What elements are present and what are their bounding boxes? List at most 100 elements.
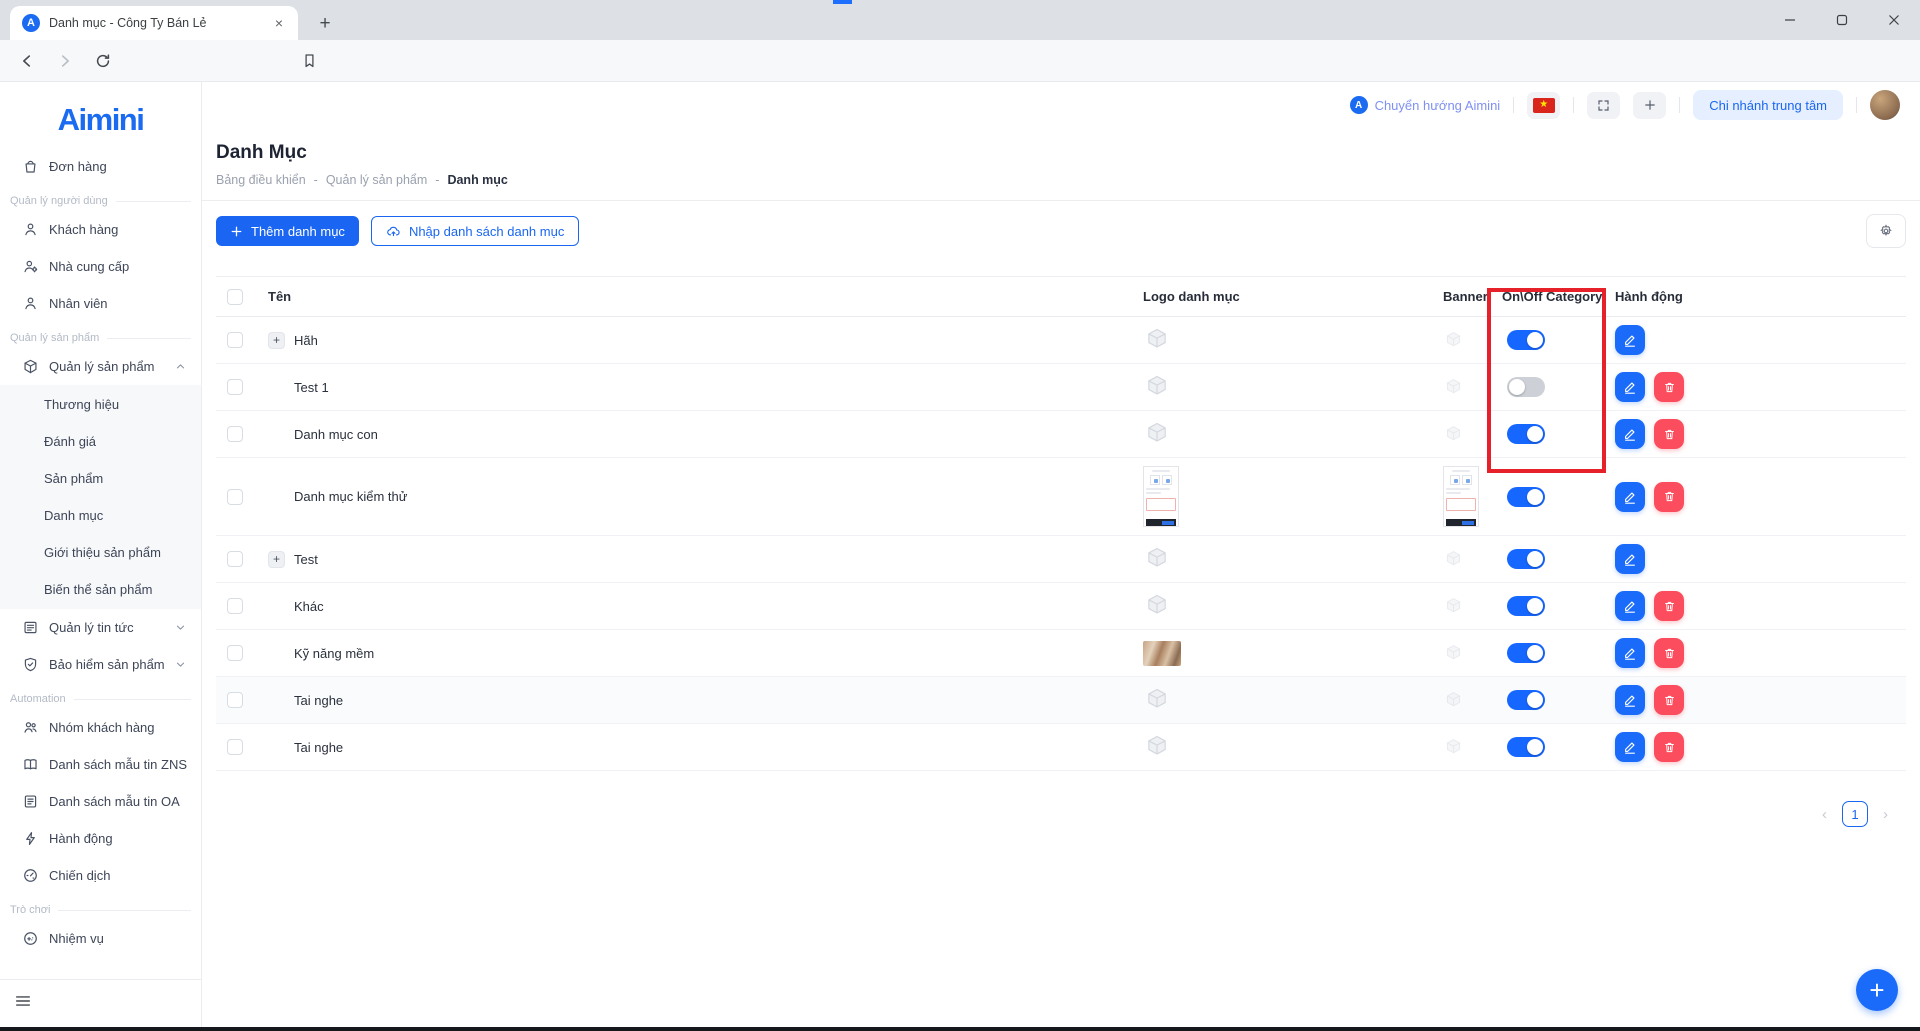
chevron-down-icon bbox=[175, 659, 187, 670]
edit-category-button[interactable] bbox=[1615, 638, 1645, 668]
forward-icon[interactable] bbox=[48, 44, 82, 78]
sidebar-item[interactable]: Danh sách mẫu tin ZNS bbox=[0, 746, 201, 783]
delete-category-button[interactable] bbox=[1654, 685, 1684, 715]
delete-category-button[interactable] bbox=[1654, 591, 1684, 621]
fullscreen-button[interactable] bbox=[1587, 91, 1621, 119]
sidebar-item[interactable]: Bảo hiểm sản phẩm bbox=[0, 646, 201, 683]
floating-add-button[interactable]: + bbox=[1856, 969, 1898, 1011]
sidebar-item[interactable]: Nhà cung cấp bbox=[0, 248, 201, 285]
actions-row: Thêm danh mục Nhập danh sách danh mục bbox=[216, 214, 1906, 248]
category-status-toggle[interactable] bbox=[1507, 424, 1545, 444]
bookmark-icon[interactable] bbox=[292, 44, 326, 78]
row-checkbox[interactable] bbox=[227, 332, 243, 348]
row-checkbox[interactable] bbox=[227, 739, 243, 755]
delete-category-button[interactable] bbox=[1654, 481, 1684, 512]
edit-category-button[interactable] bbox=[1615, 481, 1645, 512]
category-logo-thumbnail bbox=[1143, 466, 1179, 527]
app-header: A Chuyển hướng Aimini ★ Chi nhánh trung … bbox=[202, 82, 1920, 128]
row-checkbox[interactable] bbox=[227, 379, 243, 395]
category-banner-thumbnail bbox=[1443, 330, 1464, 351]
edit-category-button[interactable] bbox=[1615, 591, 1645, 621]
category-status-toggle[interactable] bbox=[1507, 549, 1545, 569]
row-checkbox[interactable] bbox=[227, 598, 243, 614]
window-maximize-button[interactable] bbox=[1816, 0, 1868, 40]
sidebar-subitem[interactable]: Danh mục bbox=[0, 497, 201, 534]
back-icon[interactable] bbox=[10, 44, 44, 78]
category-logo-thumbnail bbox=[1143, 326, 1171, 354]
category-status-toggle[interactable] bbox=[1507, 690, 1545, 710]
category-name: Khác bbox=[294, 598, 324, 614]
redirect-aimini-link[interactable]: A Chuyển hướng Aimini bbox=[1349, 96, 1500, 114]
app-logo[interactable]: Aimini bbox=[58, 102, 145, 137]
sidebar-subitem[interactable]: Sản phẩm bbox=[0, 460, 201, 497]
breadcrumb-item[interactable]: Bảng điều khiển bbox=[216, 173, 306, 187]
delete-category-button[interactable] bbox=[1654, 732, 1684, 762]
sidebar-item[interactable]: Quản lý sản phẩm bbox=[0, 348, 201, 385]
category-logo-thumbnail bbox=[1143, 640, 1181, 666]
row-checkbox[interactable] bbox=[227, 426, 243, 442]
window-minimize-button[interactable] bbox=[1764, 0, 1816, 40]
sidebar-subitem[interactable]: Biến thể sản phẩm bbox=[0, 571, 201, 608]
game-icon bbox=[22, 930, 39, 947]
edit-category-button[interactable] bbox=[1615, 419, 1645, 449]
edit-category-button[interactable] bbox=[1615, 325, 1645, 355]
table-settings-button[interactable] bbox=[1866, 214, 1906, 248]
next-page-icon[interactable]: › bbox=[1883, 806, 1888, 823]
category-status-toggle[interactable] bbox=[1507, 596, 1545, 616]
breadcrumb-item[interactable]: Quản lý sản phẩm bbox=[326, 173, 427, 187]
current-page-button[interactable]: 1 bbox=[1842, 801, 1868, 827]
row-checkbox[interactable] bbox=[227, 488, 243, 505]
import-categories-button[interactable]: Nhập danh sách danh mục bbox=[370, 216, 580, 246]
table-row: + Hãh bbox=[216, 317, 1906, 364]
gear-icon bbox=[1880, 224, 1892, 236]
branch-selector-button[interactable]: Chi nhánh trung tâm bbox=[1693, 90, 1843, 120]
category-status-toggle[interactable] bbox=[1507, 737, 1545, 757]
sidebar-subitem[interactable]: Thương hiệu bbox=[0, 386, 201, 423]
category-banner-thumbnail bbox=[1443, 549, 1464, 570]
row-checkbox[interactable] bbox=[227, 551, 243, 567]
prev-page-icon[interactable]: ‹ bbox=[1822, 806, 1827, 823]
edit-category-button[interactable] bbox=[1615, 544, 1645, 574]
new-tab-button[interactable]: + bbox=[312, 10, 338, 36]
category-status-toggle[interactable] bbox=[1507, 643, 1545, 663]
category-name: Hãh bbox=[294, 332, 318, 348]
sidebar-item[interactable]: Nhóm khách hàng bbox=[0, 709, 201, 746]
sidebar-collapse-icon[interactable] bbox=[14, 992, 32, 1013]
add-tab-button[interactable] bbox=[1633, 91, 1667, 119]
edit-category-button[interactable] bbox=[1615, 685, 1645, 715]
category-status-toggle[interactable] bbox=[1507, 486, 1545, 507]
expand-row-button[interactable]: + bbox=[268, 550, 285, 568]
sidebar-item[interactable]: Khách hàng bbox=[0, 211, 201, 248]
edit-category-button[interactable] bbox=[1615, 732, 1645, 762]
row-checkbox[interactable] bbox=[227, 645, 243, 661]
sidebar-item[interactable]: Nhiệm vụ bbox=[0, 920, 201, 957]
delete-category-button[interactable] bbox=[1654, 372, 1684, 402]
category-status-toggle[interactable] bbox=[1507, 330, 1545, 350]
category-status-toggle[interactable] bbox=[1507, 377, 1545, 397]
sidebar-section-label: Automation bbox=[0, 683, 201, 709]
sidebar-item[interactable]: Nhân viên bbox=[0, 285, 201, 322]
reload-icon[interactable] bbox=[86, 44, 120, 78]
category-name: Tai nghe bbox=[294, 739, 344, 755]
sidebar-item[interactable]: Đơn hàng bbox=[0, 148, 201, 185]
sidebar-subitem[interactable]: Giới thiệu sản phẩm bbox=[0, 534, 201, 571]
add-category-button[interactable]: Thêm danh mục bbox=[216, 216, 359, 246]
language-flag-button[interactable]: ★ bbox=[1527, 91, 1561, 119]
sidebar-item[interactable]: Hành động bbox=[0, 820, 201, 857]
row-checkbox[interactable] bbox=[227, 692, 243, 708]
sidebar-subitem[interactable]: Đánh giá bbox=[0, 423, 201, 460]
browser-tab[interactable]: A Danh mục - Công Ty Bán Lẻ × bbox=[10, 6, 298, 40]
sidebar-item[interactable]: Danh sách mẫu tin OA bbox=[0, 783, 201, 820]
window-close-button[interactable] bbox=[1868, 0, 1920, 40]
sidebar-item[interactable]: Quản lý tin tức bbox=[0, 609, 201, 646]
user-avatar[interactable] bbox=[1870, 90, 1900, 120]
tab-close-icon[interactable]: × bbox=[270, 14, 288, 32]
delete-category-button[interactable] bbox=[1654, 638, 1684, 668]
category-logo-thumbnail bbox=[1143, 420, 1171, 448]
sidebar-item[interactable]: Chiến dịch bbox=[0, 857, 201, 894]
edit-category-button[interactable] bbox=[1615, 372, 1645, 402]
pagination: ‹ 1 › bbox=[216, 801, 1906, 827]
select-all-checkbox[interactable] bbox=[227, 288, 243, 305]
delete-category-button[interactable] bbox=[1654, 419, 1684, 449]
expand-row-button[interactable]: + bbox=[268, 331, 285, 349]
